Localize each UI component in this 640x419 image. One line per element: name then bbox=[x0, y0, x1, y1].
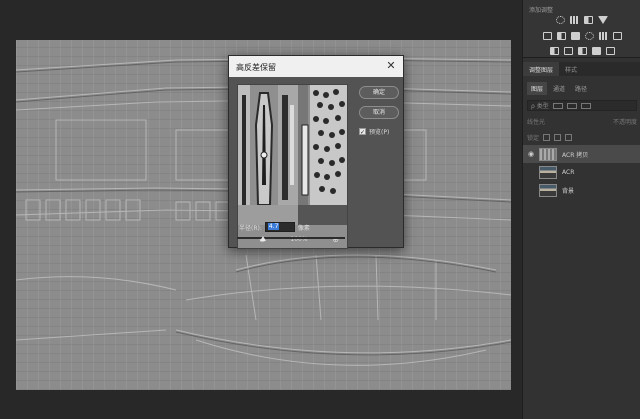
black-white-icon[interactable] bbox=[570, 32, 580, 40]
posterize-icon[interactable] bbox=[563, 47, 573, 55]
adjustments-panel: 添加调整 bbox=[523, 0, 640, 58]
layer-thumbnail bbox=[539, 147, 557, 161]
eye-icon[interactable]: ◉ bbox=[523, 150, 539, 158]
preview-label: 预览(P) bbox=[369, 129, 390, 136]
color-balance-icon[interactable] bbox=[556, 32, 566, 40]
preview-checkbox-row[interactable]: ✓ 预览(P) bbox=[359, 127, 389, 136]
high-pass-dialog: 高反差保留 ✕ ⊖ 100% ⊕ 确定 取消 ✓ 预览(P) 半径(R): 4.… bbox=[228, 55, 404, 249]
color-lookup-icon[interactable] bbox=[612, 32, 622, 40]
invert-icon[interactable] bbox=[549, 47, 559, 55]
layer-filter[interactable]: ρ 类型 bbox=[527, 100, 637, 111]
dialog-titlebar[interactable]: 高反差保留 ✕ bbox=[229, 56, 403, 77]
layers-subtabs: 图层 通道 路径 bbox=[523, 82, 640, 95]
tab-styles[interactable]: 样式 bbox=[559, 62, 583, 76]
cancel-button[interactable]: 取消 bbox=[359, 106, 399, 119]
lock-pixels-icon[interactable] bbox=[543, 134, 551, 141]
tab-paths[interactable]: 路径 bbox=[571, 82, 591, 95]
panel-tabbar: 调整图层 样式 bbox=[523, 62, 640, 76]
layer-row[interactable]: 背景 bbox=[523, 181, 640, 199]
filter-adjustment-icon[interactable] bbox=[566, 102, 577, 109]
layer-row[interactable]: ◉ ACR 拷贝 bbox=[523, 145, 640, 163]
tab-channels[interactable]: 通道 bbox=[549, 82, 569, 95]
opacity-label[interactable]: 不透明度 bbox=[613, 117, 637, 126]
radius-slider-track[interactable] bbox=[237, 237, 345, 239]
radius-slider-thumb[interactable] bbox=[259, 236, 266, 241]
layer-name: 背景 bbox=[562, 187, 575, 195]
adjustments-row-3 bbox=[523, 47, 640, 55]
blend-mode-select[interactable]: 线性光 bbox=[527, 117, 545, 126]
filter-pixel-icon[interactable] bbox=[552, 102, 563, 109]
levels-icon[interactable] bbox=[570, 16, 579, 24]
layer-thumbnail bbox=[539, 183, 557, 197]
exposure-icon[interactable] bbox=[584, 16, 593, 24]
radius-input[interactable]: 4.7 bbox=[264, 222, 295, 232]
panels-column: 添加调整 调整图层 样式 图层 通道 路径 ρ 类型 线性光 不透明度 锁定 ◉… bbox=[522, 0, 640, 419]
gradient-map-icon[interactable] bbox=[591, 47, 601, 55]
ok-button[interactable]: 确定 bbox=[359, 86, 399, 99]
layer-name: ACR bbox=[562, 168, 575, 176]
hue-icon[interactable] bbox=[542, 32, 552, 40]
layer-thumbnail bbox=[539, 165, 557, 179]
photo-filter-icon[interactable] bbox=[584, 32, 594, 40]
lock-row: 锁定 bbox=[527, 132, 637, 143]
blend-mode-row: 线性光 不透明度 bbox=[527, 116, 637, 127]
radius-unit: 像素 bbox=[297, 224, 310, 232]
filter-type-icon[interactable] bbox=[580, 102, 591, 109]
lock-label: 锁定 bbox=[527, 135, 540, 142]
adjustments-row-2 bbox=[523, 32, 640, 40]
selective-color-icon[interactable] bbox=[605, 47, 615, 55]
preview-checkbox[interactable]: ✓ bbox=[359, 128, 366, 136]
channel-mixer-icon[interactable] bbox=[598, 32, 608, 40]
threshold-icon[interactable] bbox=[577, 47, 587, 55]
brightness-icon[interactable] bbox=[556, 16, 565, 24]
tab-layers[interactable]: 图层 bbox=[527, 82, 548, 95]
layer-name: ACR 拷贝 bbox=[562, 151, 589, 159]
lock-position-icon[interactable] bbox=[554, 134, 562, 141]
adjustments-row-1 bbox=[523, 16, 640, 24]
tab-adjustment-layers[interactable]: 调整图层 bbox=[523, 62, 560, 76]
lock-all-icon[interactable] bbox=[565, 134, 573, 141]
radius-row: 半径(R): 4.7 像素 bbox=[239, 222, 310, 232]
layer-filter-label: ρ 类型 bbox=[531, 103, 549, 110]
close-icon[interactable]: ✕ bbox=[385, 60, 397, 72]
radius-label: 半径(R): bbox=[239, 224, 262, 232]
vibrance-icon[interactable] bbox=[598, 16, 608, 24]
adjustments-title: 添加调整 bbox=[529, 7, 554, 14]
layer-row[interactable]: ACR bbox=[523, 163, 640, 181]
dialog-title: 高反差保留 bbox=[236, 63, 276, 72]
radius-value: 4.7 bbox=[267, 223, 280, 230]
